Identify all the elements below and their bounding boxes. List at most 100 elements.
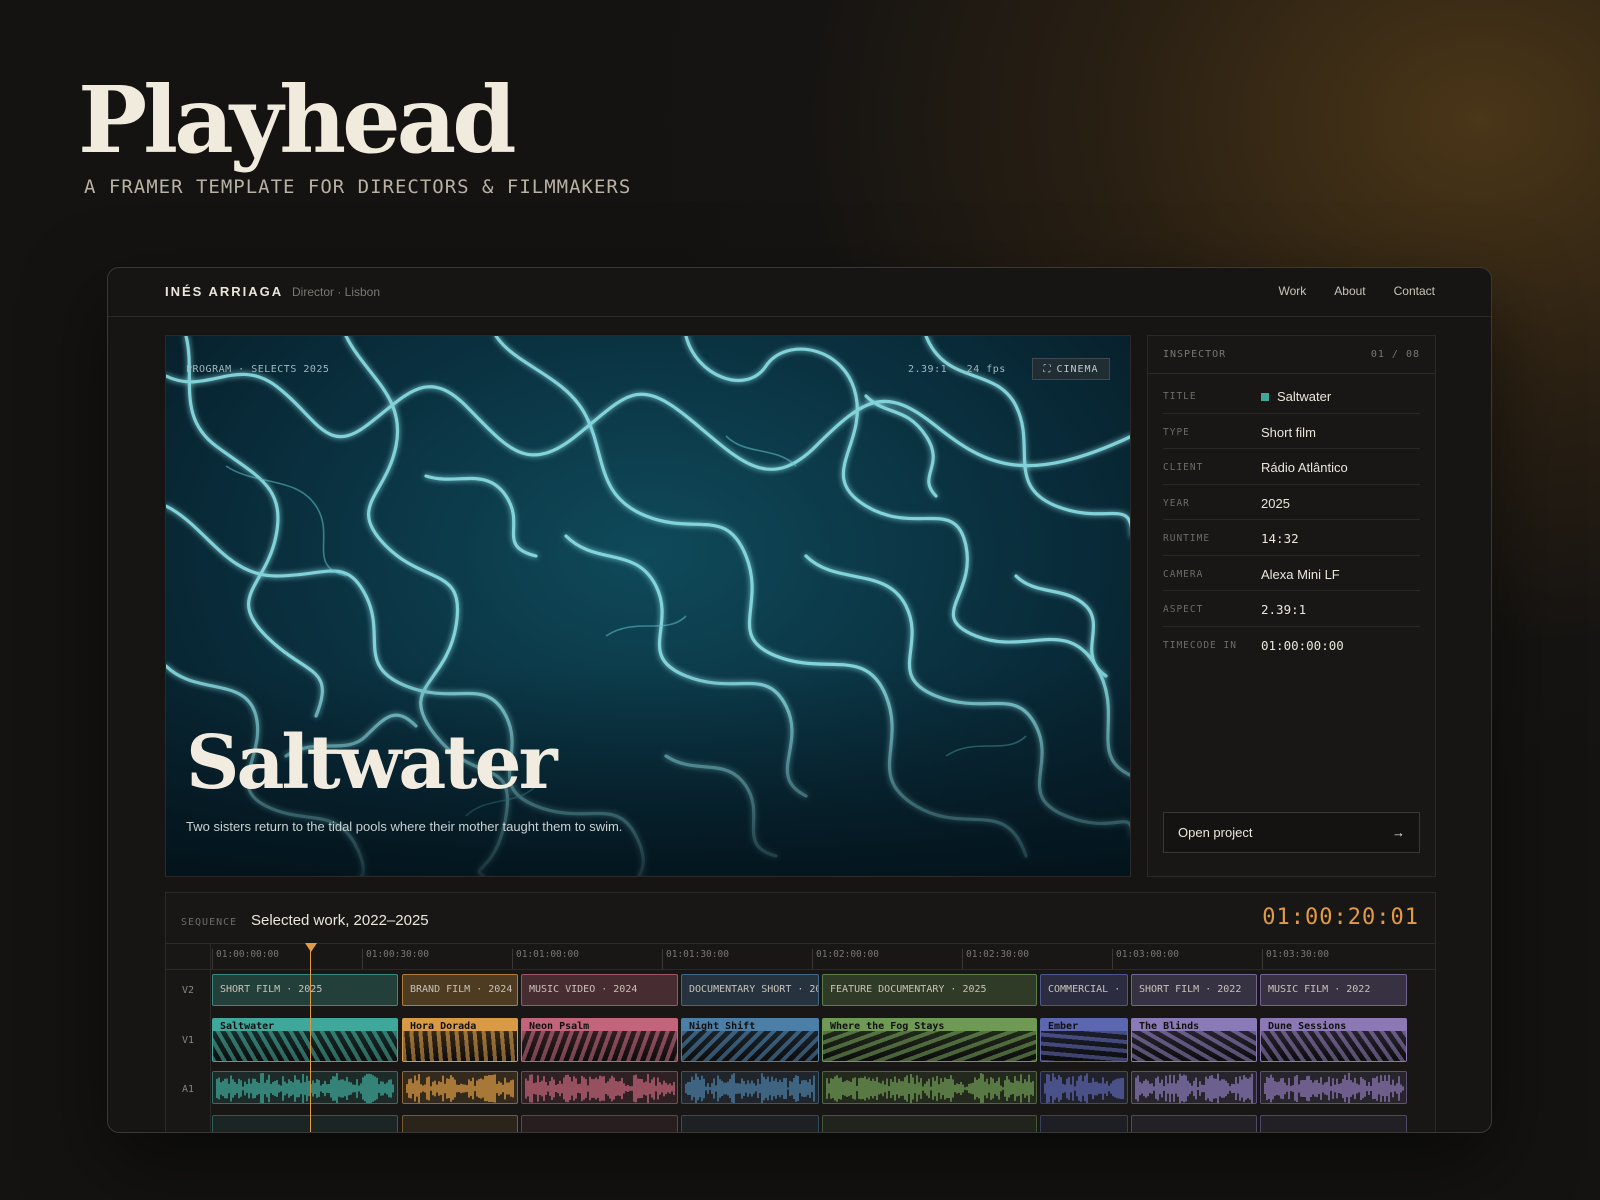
- clip-v2[interactable]: DOCUMENTARY SHORT · 2023: [681, 974, 819, 1006]
- clip-v2[interactable]: SHORT FILM · 2025: [212, 974, 398, 1006]
- audio-waveform: [216, 1073, 394, 1103]
- inspector-panel: INSPECTOR 01 / 08 TITLE Saltwater TYPE S…: [1147, 335, 1436, 877]
- clip-v1[interactable]: Ember: [1040, 1018, 1128, 1062]
- clip-title: Dune Sessions: [1268, 1021, 1347, 1032]
- clip-v2[interactable]: BRAND FILM · 2024: [402, 974, 518, 1006]
- clip-audio[interactable]: [681, 1071, 819, 1104]
- audio-waveform: [406, 1074, 514, 1103]
- inspector-row-runtime: RUNTIME 14:32: [1163, 520, 1420, 556]
- clip-thumbnail: [823, 1031, 1036, 1061]
- clip-audio-2[interactable]: [212, 1115, 398, 1132]
- track-label-a1: A1: [182, 1084, 195, 1095]
- clip-thumbnail: [213, 1031, 397, 1061]
- clip-label: SHORT FILM · 2025: [220, 984, 323, 995]
- inspector-row-client: CLIENT Rádio Atlântico: [1163, 449, 1420, 485]
- row-value: Alexa Mini LF: [1261, 566, 1340, 582]
- ruler-tick: 01:01:00:00: [512, 949, 579, 969]
- inspector-row-type: TYPE Short film: [1163, 414, 1420, 449]
- row-value: 14:32: [1261, 531, 1299, 546]
- clip-v2[interactable]: FEATURE DOCUMENTARY · 2025: [822, 974, 1037, 1006]
- clip-v1[interactable]: Where the Fog Stays: [822, 1018, 1037, 1062]
- clip-audio[interactable]: [521, 1071, 678, 1104]
- cinema-label: CINEMA: [1056, 363, 1099, 375]
- row-value: Saltwater: [1261, 389, 1331, 404]
- clip-audio-2[interactable]: [822, 1115, 1037, 1132]
- timeline-ruler[interactable]: 01:00:00:00 01:00:30:00 01:01:00:00 01:01:3…: [166, 943, 1435, 970]
- clip-title: Night Shift: [689, 1021, 756, 1032]
- clip-audio[interactable]: [1131, 1071, 1257, 1104]
- row-value: 2.39:1: [1261, 602, 1307, 617]
- film-description: Two sisters return to the tidal pools wh…: [186, 819, 623, 834]
- clip-label: SHORT FILM · 2022: [1139, 984, 1242, 995]
- clip-audio[interactable]: [402, 1071, 518, 1104]
- ruler-tick: 01:02:00:00: [812, 949, 879, 969]
- clip-v1[interactable]: Saltwater: [212, 1018, 398, 1062]
- clip-audio-2[interactable]: [681, 1115, 819, 1132]
- clip-audio[interactable]: [212, 1071, 398, 1104]
- sequence-label: SEQUENCE: [181, 917, 238, 928]
- row-key: TITLE: [1163, 391, 1197, 402]
- clip-v1[interactable]: Hora Dorada: [402, 1018, 518, 1062]
- nav-work[interactable]: Work: [1279, 284, 1307, 298]
- clip-label: FEATURE DOCUMENTARY · 2025: [830, 984, 987, 995]
- clip-v1[interactable]: The Blinds: [1131, 1018, 1257, 1062]
- audio-waveform: [1044, 1073, 1124, 1103]
- row-key: CLIENT: [1163, 462, 1204, 473]
- inspector-counter: 01 / 08: [1370, 349, 1420, 360]
- clip-audio-2[interactable]: [1040, 1115, 1128, 1132]
- nav-contact[interactable]: Contact: [1394, 284, 1435, 298]
- clip-audio-2[interactable]: [521, 1115, 678, 1132]
- clip-label: COMMERCIAL · 2023: [1048, 984, 1127, 995]
- brand-name[interactable]: INÉS ARRIAGA: [165, 284, 283, 299]
- clip-thumbnail: [522, 1031, 677, 1061]
- arrow-right-icon: →: [1392, 825, 1405, 840]
- color-swatch-icon: [1261, 393, 1269, 401]
- row-value: 01:00:00:00: [1261, 637, 1344, 653]
- fullscreen-icon: ⛶: [1043, 363, 1052, 375]
- nav-about[interactable]: About: [1334, 284, 1365, 298]
- clip-v2[interactable]: MUSIC VIDEO · 2024: [521, 974, 678, 1006]
- track-label-v2: V2: [182, 985, 195, 996]
- cinema-mode-button[interactable]: ⛶ CINEMA: [1032, 358, 1110, 380]
- row-value: Short film: [1261, 424, 1316, 440]
- film-title: Saltwater: [186, 720, 558, 806]
- audio-waveform: [1135, 1073, 1253, 1103]
- app-window: INÉS ARRIAGA Director · Lisbon Work Abou…: [107, 267, 1492, 1133]
- clip-v2[interactable]: MUSIC FILM · 2022: [1260, 974, 1407, 1006]
- audio-waveform: [1264, 1072, 1404, 1103]
- ruler-tick: 01:01:30:00: [662, 949, 729, 969]
- open-project-button[interactable]: Open project →: [1163, 812, 1420, 853]
- clip-audio-2[interactable]: [402, 1115, 518, 1132]
- clip-audio[interactable]: [1260, 1071, 1407, 1104]
- inspector-row-year: YEAR 2025: [1163, 485, 1420, 520]
- audio-waveform: [826, 1073, 1034, 1103]
- clip-v2[interactable]: SHORT FILM · 2022: [1131, 974, 1257, 1006]
- ruler-tick: 01:00:00:00: [212, 949, 279, 969]
- clip-v1[interactable]: Dune Sessions: [1260, 1018, 1407, 1062]
- clip-title: Where the Fog Stays: [830, 1021, 945, 1032]
- clip-label: BRAND FILM · 2024: [410, 984, 513, 995]
- row-key: RUNTIME: [1163, 533, 1211, 544]
- program-viewer[interactable]: PROGRAM · SELECTS 2025 2.39:1 · 24 fps ⛶…: [165, 335, 1131, 877]
- open-project-label: Open project: [1178, 825, 1253, 840]
- track-label-v1: V1: [182, 1035, 195, 1046]
- clip-v2[interactable]: COMMERCIAL · 2023: [1040, 974, 1128, 1006]
- playhead-handle-icon[interactable]: [305, 943, 317, 952]
- row-key: TYPE: [1163, 426, 1190, 438]
- clip-label: MUSIC FILM · 2022: [1268, 984, 1371, 995]
- track-header-divider: [210, 943, 211, 1132]
- playhead-line[interactable]: [310, 943, 311, 1132]
- clip-label: DOCUMENTARY SHORT · 2023: [689, 984, 818, 995]
- clip-audio[interactable]: [822, 1071, 1037, 1104]
- clip-v1[interactable]: Neon Psalm: [521, 1018, 678, 1062]
- clip-audio[interactable]: [1040, 1071, 1128, 1104]
- inspector-row-aspect: ASPECT 2.39:1: [1163, 591, 1420, 627]
- clip-audio-2[interactable]: [1260, 1115, 1407, 1132]
- clip-v1[interactable]: Night Shift: [681, 1018, 819, 1062]
- sequence-title: Selected work, 2022–2025: [251, 912, 429, 929]
- clip-audio-2[interactable]: [1131, 1115, 1257, 1132]
- audio-waveform: [525, 1074, 675, 1103]
- inspector-row-timecode: TIMECODE IN 01:00:00:00: [1163, 627, 1420, 663]
- inspector-row-title: TITLE Saltwater: [1163, 378, 1420, 414]
- inspector-header: INSPECTOR 01 / 08: [1148, 336, 1435, 374]
